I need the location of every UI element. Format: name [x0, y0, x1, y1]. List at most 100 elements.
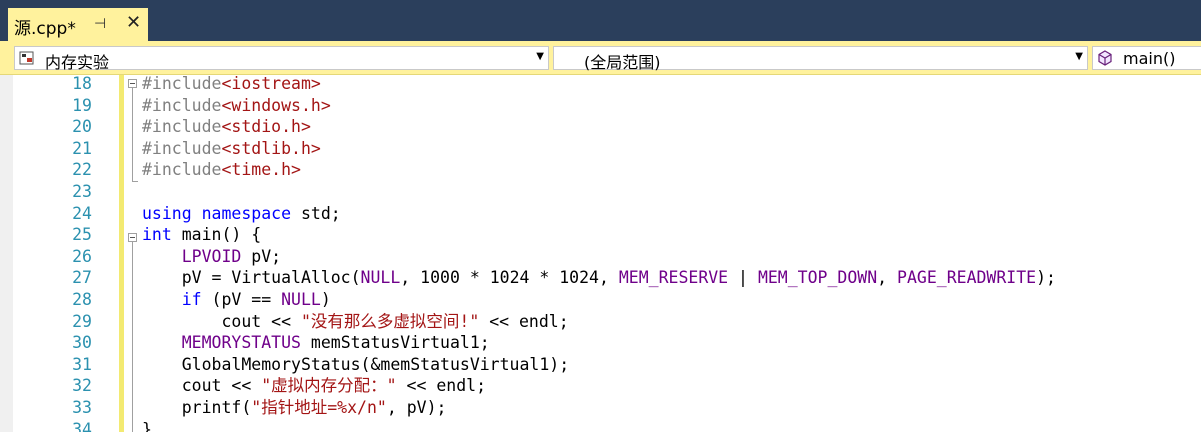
code-token: <time.h>: [221, 160, 301, 180]
code-token: main() {: [171, 225, 262, 245]
pin-icon[interactable]: ⊣: [94, 16, 106, 32]
code-token: #include: [142, 160, 222, 180]
code-text: #include<windows.h>: [142, 95, 331, 117]
method-icon: [1098, 50, 1112, 66]
code-line[interactable]: 33 printf("指针地址=%x/n", pV);: [0, 397, 1201, 419]
code-token: #include: [142, 95, 222, 115]
code-token: cout <<: [142, 376, 262, 396]
code-token: cout <<: [142, 311, 301, 331]
scope-dropdown-value: (全局范围): [584, 53, 661, 72]
code-token: "指针地址=%x/n": [251, 398, 387, 417]
code-token: |: [728, 268, 758, 288]
code-token: GlobalMemoryStatus(&memStatusVirtual1);: [142, 354, 570, 374]
member-dropdown-value: main(): [1123, 49, 1176, 68]
code-token: LPVOID: [181, 246, 242, 266]
code-line[interactable]: 20 #include<stdio.h>: [0, 116, 1201, 138]
navigation-bar: 内存实验 ▼ (全局范围) ▼ main(): [0, 41, 1201, 75]
line-number: 29: [72, 311, 92, 331]
code-text: LPVOID pV;: [142, 246, 281, 268]
code-line[interactable]: 26 LPVOID pV;: [0, 246, 1201, 268]
code-token: "虚拟内存分配：": [261, 376, 397, 396]
line-number: 26: [72, 246, 92, 266]
code-line[interactable]: 31 GlobalMemoryStatus(&memStatusVirtual1…: [0, 354, 1201, 376]
code-line[interactable]: 22 #include<time.h>: [0, 159, 1201, 181]
line-number: 23: [72, 182, 92, 201]
code-line[interactable]: 23: [0, 181, 1201, 203]
code-line[interactable]: 30 MEMORYSTATUS memStatusVirtual1;: [0, 332, 1201, 354]
tab-title: 源.cpp*: [14, 19, 76, 39]
code-line[interactable]: 25 int main() {: [0, 224, 1201, 246]
code-text: using namespace std;: [142, 203, 341, 225]
code-text: if (pV == NULL): [142, 289, 331, 311]
code-text: #include<time.h>: [142, 159, 301, 181]
scope-dropdown[interactable]: (全局范围) ▼: [553, 46, 1088, 72]
code-line[interactable]: 24 using namespace std;: [0, 203, 1201, 225]
code-token: <windows.h>: [221, 95, 331, 115]
line-number: 28: [72, 290, 92, 309]
code-token: <stdlib.h>: [221, 138, 321, 158]
line-number: 19: [72, 95, 92, 115]
code-token: pV = VirtualAlloc(: [142, 268, 361, 288]
line-number: 18: [72, 75, 92, 93]
code-line[interactable]: 32 cout << "虚拟内存分配：" << endl;: [0, 375, 1201, 397]
code-line[interactable]: 29 cout << "没有那么多虚拟空间!" << endl;: [0, 311, 1201, 333]
chevron-down-icon: ▼: [1075, 51, 1083, 62]
code-line[interactable]: 27 pV = VirtualAlloc(NULL, 1000 * 1024 *…: [0, 267, 1201, 289]
code-line[interactable]: 18 #include<iostream>: [0, 75, 1201, 95]
code-token: PAGE_READWRITE: [897, 268, 1037, 288]
project-dropdown-value: 内存实验: [45, 53, 110, 72]
code-token: #include: [142, 117, 222, 137]
line-number: 34: [72, 419, 92, 432]
code-token: }: [142, 419, 152, 432]
code-editor[interactable]: 18 #include<iostream> 19 #include<windows.h…: [0, 75, 1201, 432]
tab-source-cpp[interactable]: 源.cpp* ⊣ ✕: [8, 8, 148, 41]
code-text: #include<stdlib.h>: [142, 138, 321, 160]
code-text: MEMORYSTATUS memStatusVirtual1;: [142, 332, 490, 354]
close-icon[interactable]: ✕: [126, 12, 141, 33]
project-icon: [19, 51, 34, 65]
code-token: std;: [291, 203, 341, 223]
code-token: using: [142, 203, 192, 223]
line-number: 31: [72, 354, 92, 374]
line-number: 25: [72, 225, 92, 245]
code-token: MEMORYSTATUS: [181, 333, 301, 353]
code-token: , 1000 * 1024 * 1024,: [400, 268, 619, 288]
code-token: NULL: [360, 268, 401, 288]
code-token: printf(: [142, 398, 252, 417]
code-token: "没有那么多虚拟空间!": [300, 311, 480, 331]
line-number: 32: [72, 376, 92, 396]
code-token: MEM_RESERVE: [618, 268, 729, 288]
code-token: pV;: [241, 246, 282, 266]
code-token: , pV);: [386, 398, 447, 417]
code-token: if: [181, 290, 202, 309]
code-token: ,: [877, 268, 898, 288]
code-token: #include: [142, 138, 222, 158]
chevron-down-icon: ▼: [536, 51, 544, 62]
code-token: memStatusVirtual1;: [300, 333, 490, 353]
code-token: << endl;: [479, 311, 569, 331]
code-line[interactable]: 21 #include<stdlib.h>: [0, 138, 1201, 160]
code-token: <stdio.h>: [221, 117, 311, 137]
code-text: pV = VirtualAlloc(NULL, 1000 * 1024 * 10…: [142, 267, 1056, 289]
code-line[interactable]: 28 if (pV == NULL): [0, 289, 1201, 311]
code-token: #include: [142, 75, 222, 93]
line-number: 24: [72, 203, 92, 223]
code-line[interactable]: 34}: [0, 419, 1201, 432]
code-text: GlobalMemoryStatus(&memStatusVirtual1);: [142, 354, 569, 376]
code-token: << endl;: [396, 376, 486, 396]
line-number: 33: [72, 398, 92, 417]
line-number: 20: [72, 117, 92, 137]
code-text: cout << "虚拟内存分配：" << endl;: [142, 375, 486, 397]
project-dropdown[interactable]: 内存实验 ▼: [14, 46, 549, 72]
code-text: cout << "没有那么多虚拟空间!" << endl;: [142, 311, 569, 333]
code-line[interactable]: 19 #include<windows.h>: [0, 95, 1201, 117]
code-text: #include<stdio.h>: [142, 116, 311, 138]
code-text: printf("指针地址=%x/n", pV);: [142, 397, 447, 419]
code-text: int main() {: [142, 224, 261, 246]
member-dropdown[interactable]: main(): [1092, 46, 1201, 70]
line-number: 21: [72, 138, 92, 158]
